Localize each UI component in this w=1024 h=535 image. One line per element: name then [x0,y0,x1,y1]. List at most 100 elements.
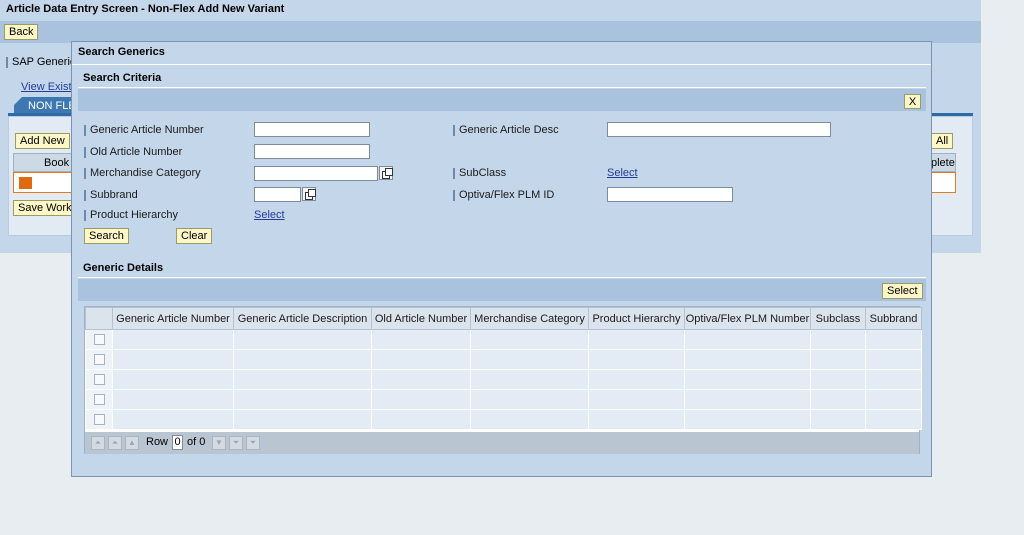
subbrand-input[interactable] [254,187,301,202]
row-selector[interactable] [85,369,113,390]
close-dialog-button[interactable]: X [904,94,921,109]
row-checkbox[interactable] [93,394,105,406]
merchandise-category-picker-icon[interactable] [379,166,393,180]
table-header-row: Generic Article Number Generic Article D… [85,307,922,330]
table-row[interactable] [85,369,922,390]
generic-article-number-label: Generic Article Number [84,124,204,136]
table-cell [371,389,471,410]
next-row-icon[interactable]: ▼ [212,436,226,450]
optiva-plm-id-input[interactable] [607,187,733,202]
row-selector[interactable] [85,409,113,430]
merchandise-category-label: Merchandise Category [84,167,201,179]
previous-page-icon[interactable]: ⏶ [108,436,122,450]
old-article-number-input[interactable] [254,144,370,159]
field-bar [84,209,86,221]
select-all-column[interactable] [85,307,113,330]
book-column-header: Book [44,157,70,169]
table-row[interactable] [85,409,922,430]
table-cell [810,389,866,410]
select-button[interactable]: Select [882,283,923,299]
table-cell [865,369,922,390]
table-cell [810,369,866,390]
row-checkbox[interactable] [93,334,105,346]
table-cell [684,409,811,430]
column-header[interactable]: Optiva/Flex PLM Number [684,307,811,330]
field-bar [453,167,455,179]
column-header[interactable]: Generic Article Number [112,307,234,330]
table-cell [371,369,471,390]
complete-column-header: plete [931,157,955,169]
row-number-input[interactable]: 0 [172,435,183,450]
column-header[interactable]: Generic Article Description [233,307,372,330]
row-selector[interactable] [85,329,113,350]
table-cell [371,329,471,350]
last-page-icon[interactable]: ⏷ [246,436,260,450]
row-status-square[interactable] [19,177,32,189]
table-cell [684,389,811,410]
optiva-plm-id-label: Optiva/Flex PLM ID [453,189,554,201]
save-work-button[interactable]: Save Work [13,200,77,216]
row-checkbox[interactable] [93,354,105,366]
generic-article-desc-input[interactable] [607,122,831,137]
subclass-select-link[interactable]: Select [607,167,638,179]
previous-row-icon[interactable]: ▲ [125,436,139,450]
field-bar [453,124,455,136]
search-button[interactable]: Search [84,228,129,244]
column-header[interactable]: Merchandise Category [470,307,589,330]
merchandise-category-input[interactable] [254,166,378,181]
product-hierarchy-select-link[interactable]: Select [254,209,285,221]
generic-article-number-input[interactable] [254,122,370,137]
column-header[interactable]: Product Hierarchy [588,307,685,330]
field-bar [453,189,455,201]
clear-button[interactable]: Clear [176,228,213,244]
table-cell [470,389,589,410]
subbrand-label: Subbrand [84,189,138,201]
table-cell [233,329,372,350]
label-text: Optiva/Flex PLM ID [459,189,555,201]
table-cell [112,329,234,350]
table-row[interactable] [85,349,922,370]
table-cell [810,329,866,350]
row-checkbox[interactable] [93,414,105,426]
column-header[interactable]: Subclass [810,307,866,330]
table-cell [470,349,589,370]
field-bar [84,167,86,179]
label-text: Merchandise Category [90,167,201,179]
next-page-icon[interactable]: ⏷ [229,436,243,450]
table-cell [684,329,811,350]
app-toolbar [0,21,981,43]
row-selector[interactable] [85,349,113,370]
back-button[interactable]: Back [4,24,39,40]
table-cell [588,369,685,390]
row-selector[interactable] [85,389,113,410]
table-cell [470,369,589,390]
table-cell [233,389,372,410]
first-page-icon[interactable]: ⏶ [91,436,105,450]
table-cell [810,349,866,370]
group-bar [6,56,8,68]
table-row[interactable] [85,329,922,350]
table-row[interactable] [85,389,922,410]
table-cell [588,349,685,370]
table-cell [233,409,372,430]
dialog-title: Search Generics [78,46,165,58]
add-new-button[interactable]: Add New [15,133,70,149]
table-cell [112,349,234,370]
table-cell [112,389,234,410]
column-header[interactable]: Old Article Number [371,307,471,330]
table-cell [470,329,589,350]
table-cell [371,409,471,430]
table-cell [684,349,811,370]
all-button[interactable]: All [931,133,954,149]
generic-article-desc-label: Generic Article Desc [453,124,559,136]
field-bar [84,146,86,158]
label-text: Generic Article Number [90,124,204,136]
field-bar [84,189,86,201]
field-bar [84,124,86,136]
table-pager [85,432,919,454]
column-header[interactable]: Subbrand [865,307,922,330]
table-cell [865,389,922,410]
row-checkbox[interactable] [93,374,105,386]
subbrand-picker-icon[interactable] [302,187,316,201]
view-existing-link[interactable]: View Exist [21,81,72,93]
